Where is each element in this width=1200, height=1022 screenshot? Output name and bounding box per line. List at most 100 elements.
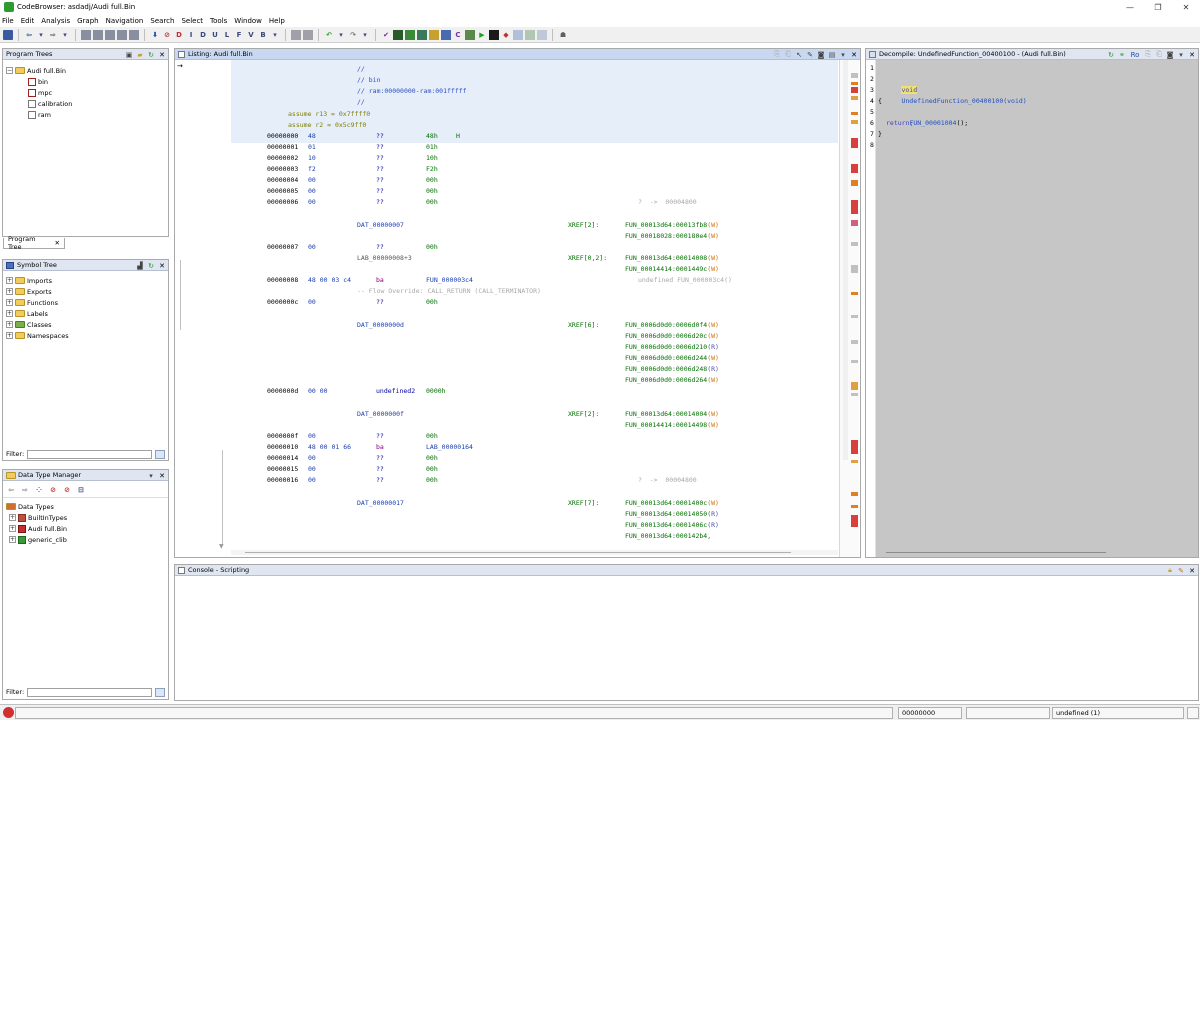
run-script-icon[interactable]: ▶ [477,30,487,40]
xref-entry[interactable]: FUN_0006d0d0:0006d244(W) [625,353,719,364]
symbol-filter-input[interactable] [27,449,152,459]
disassemble-d-icon[interactable]: D [174,30,184,40]
forward-arrow-icon[interactable]: ⇨ [48,30,58,40]
xref-entry[interactable]: FUN_0006d0d0:0006d210(R) [625,342,719,353]
overview-sidebar[interactable] [839,60,859,557]
xref-entry[interactable]: FUN_00013d64:0001406c(R) [625,520,719,531]
operand[interactable]: 00h [426,297,438,308]
menu-window[interactable]: Window [234,17,262,25]
xref-entry[interactable]: FUN_0006d0d0:0006d0f4(W) [625,320,719,331]
dtm-item-clib[interactable]: + generic_clib [6,534,67,545]
lock-icon[interactable]: 🔒︎ [1166,566,1174,575]
decompile-hscroll-thumb[interactable] [886,552,1106,553]
bytes[interactable]: 48 [308,131,316,142]
dtm-collapse-icon[interactable]: ⊟ [76,485,86,495]
listing-hscroll-thumb[interactable] [245,552,791,553]
close-icon[interactable]: ✕ [850,51,858,59]
dragon-icon[interactable]: ☗ [558,30,568,40]
dtm-filter-icon[interactable]: ⁘ [34,485,44,495]
address[interactable]: 00000014 [267,453,298,464]
mnemonic[interactable]: ?? [376,431,384,442]
expand-icon[interactable]: + [9,536,16,543]
chart-icon[interactable]: ▟ [136,262,144,270]
snapshot-icon[interactable]: ◙ [817,51,825,59]
bytes[interactable]: 00 [308,431,316,442]
menu-edit[interactable]: Edit [21,17,35,25]
refresh-decompile-icon[interactable]: ↻ [1107,51,1115,59]
down-arrow-icon[interactable]: ⬇ [150,30,160,40]
bytes-icon[interactable] [405,29,415,40]
bytes[interactable]: 00 [308,475,316,486]
menu-analysis[interactable]: Analysis [41,17,70,25]
new-tree-icon[interactable]: ▣ [125,51,133,59]
data-label[interactable]: DAT_00000007 [357,220,404,231]
operand[interactable]: 00h [426,475,438,486]
bytes[interactable]: 00 [308,242,316,253]
mnemonic[interactable]: ?? [376,164,384,175]
mnemonic[interactable]: ?? [376,153,384,164]
dtm-filter-input[interactable] [27,687,152,697]
cursor-icon[interactable]: ↖ [795,51,803,59]
bytes[interactable]: 00 [308,175,316,186]
data-label[interactable]: DAT_0000000d [357,320,404,331]
expand-icon[interactable]: + [6,277,13,284]
dtm-forward-icon[interactable]: ⇨ [20,485,30,495]
back-arrow-icon[interactable]: ⇦ [24,30,34,40]
operand[interactable]: 00h [426,197,438,208]
address[interactable]: 00000015 [267,464,298,475]
tab-program-tree[interactable]: Program Tree ✕ [3,235,65,251]
redo-icon[interactable]: ↷ [348,30,358,40]
dtm-item-program[interactable]: + Audi full.Bin [6,523,67,534]
refresh-tree-icon[interactable]: ↻ [147,51,155,59]
tree-root[interactable]: − Audi full.Bin [6,65,72,76]
back-dropdown-icon[interactable]: ▾ [36,30,46,40]
symbol-table-icon[interactable] [417,29,427,40]
close-icon[interactable]: ✕ [158,262,166,270]
tree-item-ram[interactable]: ram [6,109,72,120]
expand-icon[interactable]: + [6,321,13,328]
symbol-item-functions[interactable]: + Functions [6,297,69,308]
folder-tool-icon[interactable] [429,29,439,40]
refresh-symbols-icon[interactable]: ↻ [147,262,155,270]
stop-icon[interactable]: ⊘ [162,30,172,40]
address[interactable]: 00000002 [267,153,298,164]
mnemonic[interactable]: ?? [376,142,384,153]
xref-entry[interactable]: FUN_00018028:000180e4(W) [625,231,719,242]
checkmark-icon[interactable]: ✔ [381,30,391,40]
menu-file[interactable]: File [2,17,14,25]
address[interactable]: 00000000 [267,131,298,142]
graph-icon[interactable]: ⚭ [1118,51,1126,59]
xref-entry[interactable]: FUN_00013d64:00014004(W) [625,409,719,420]
menu-select[interactable]: Select [181,17,203,25]
redo-dropdown-icon[interactable]: ▾ [360,30,370,40]
operand-label-ref[interactable]: LAB_00000164 [426,442,473,453]
bytes[interactable]: 48 00 03 c4 [308,275,351,286]
operand[interactable]: 00h [426,186,438,197]
bytes[interactable]: 10 [308,153,316,164]
xref-entry[interactable]: FUN_0006d0d0:0006d264(W) [625,375,719,386]
xref-entry[interactable]: FUN_0006d0d0:0006d248(R) [625,364,719,375]
bytes[interactable]: 00 [308,197,316,208]
return-type[interactable]: void [901,86,918,94]
close-icon[interactable]: ✕ [158,472,166,480]
bytes[interactable]: 01 [308,142,316,153]
paste-listing-icon[interactable]: ⎗ [784,50,792,59]
mnemonic[interactable]: ?? [376,242,384,253]
bytes[interactable]: 00 [308,464,316,475]
address[interactable]: 0000000c [267,297,298,308]
function-signature[interactable]: void UndefinedFunction_00400100(void) [878,74,1027,105]
menu-graph[interactable]: Graph [77,17,98,25]
filter-options-icon[interactable] [155,687,165,697]
save-icon[interactable] [3,29,13,40]
operand[interactable]: 00h [426,431,438,442]
menu-dropdown-icon[interactable]: ▾ [1177,51,1185,59]
mnemonic[interactable]: ?? [376,475,384,486]
xref-entry[interactable]: FUN_00014414:0001449c(W) [625,264,719,275]
graph-tool-icon[interactable] [465,29,475,40]
menu-search[interactable]: Search [150,17,174,25]
expand-icon[interactable]: + [6,310,13,317]
tree-item-calibration[interactable]: calibration [6,98,72,109]
data-d-icon[interactable]: D [198,30,208,40]
expand-icon[interactable]: + [6,288,13,295]
address[interactable]: 00000010 [267,442,298,453]
